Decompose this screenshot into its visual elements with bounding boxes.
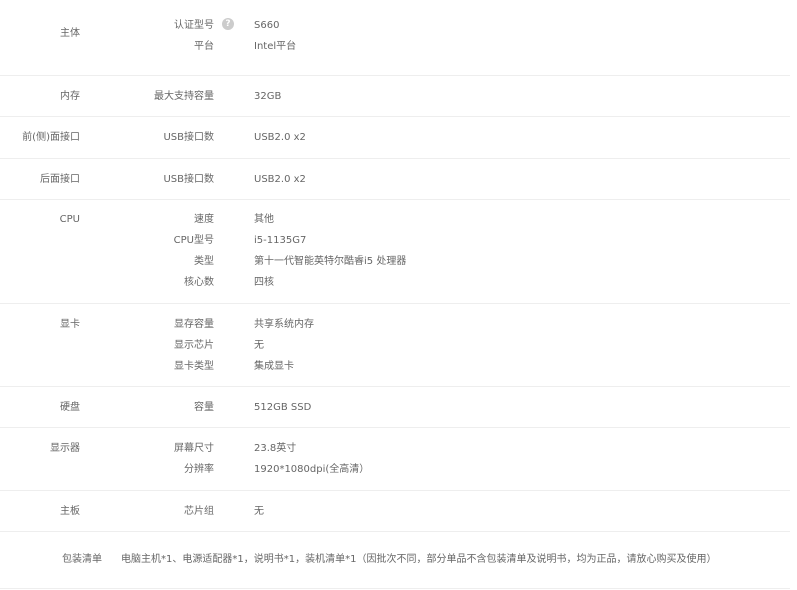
spec-value-max-memory: 32GB bbox=[254, 91, 282, 102]
section-package: 包装清单 电脑主机*1、电源适配器*1，说明书*1，装机清单*1（因批次不同，部… bbox=[0, 532, 790, 589]
spec-value-cpu-speed: 其他 bbox=[254, 214, 274, 225]
package-contents-value: 电脑主机*1、电源适配器*1，说明书*1，装机清单*1（因批次不同，部分单品不含… bbox=[121, 554, 717, 565]
spec-label-max-memory: 最大支持容量 bbox=[154, 91, 214, 102]
spec-table: 主体 认证型号 ? S660 平台 Intel平台 内存 最大支持容量 32GB… bbox=[0, 0, 790, 589]
spec-value-gpu-type: 集成显卡 bbox=[254, 361, 294, 372]
spec-row-cpu-speed: 速度 其他 bbox=[0, 207, 790, 228]
spec-row-rear-usb: USB接口数 USB2.0 x2 bbox=[0, 167, 790, 188]
spec-value-disk-capacity: 512GB SSD bbox=[254, 402, 312, 413]
spec-label-cpu-speed: 速度 bbox=[194, 214, 214, 225]
spec-label-gpu-chip: 显示芯片 bbox=[174, 340, 214, 351]
spec-row-model: 认证型号 ? S660 bbox=[0, 13, 790, 34]
spec-label-cpu-cores: 核心数 bbox=[184, 277, 214, 288]
section-main: 主体 认证型号 ? S660 平台 Intel平台 bbox=[0, 0, 790, 76]
section-board: 主板 芯片组 无 bbox=[0, 491, 790, 532]
spec-label-vram: 显存容量 bbox=[174, 319, 214, 330]
spec-row-max-memory: 最大支持容量 32GB bbox=[0, 84, 790, 105]
spec-row-screen-size: 屏幕尺寸 23.8英寸 bbox=[0, 436, 790, 457]
spec-label-front-usb: USB接口数 bbox=[163, 132, 214, 143]
question-circle-icon[interactable]: ? bbox=[222, 18, 234, 30]
spec-row-cpu-model: CPU型号 i5-1135G7 bbox=[0, 228, 790, 249]
spec-label-rear-usb: USB接口数 bbox=[163, 174, 214, 185]
section-cpu: CPU 速度 其他 CPU型号 i5-1135G7 类型 第十一代智能英特尔酷睿… bbox=[0, 200, 790, 304]
spec-label-chipset: 芯片组 bbox=[184, 506, 214, 517]
section-memory: 内存 最大支持容量 32GB bbox=[0, 76, 790, 117]
spec-label-disk-capacity: 容量 bbox=[194, 402, 214, 413]
spec-value-gpu-chip: 无 bbox=[254, 340, 264, 351]
spec-row-chipset: 芯片组 无 bbox=[0, 499, 790, 520]
spec-row-gpu-chip: 显示芯片 无 bbox=[0, 333, 790, 354]
section-rear-ports: 后面接口 USB接口数 USB2.0 x2 bbox=[0, 159, 790, 200]
spec-value-platform: Intel平台 bbox=[254, 41, 297, 52]
spec-row-vram: 显存容量 共享系统内存 bbox=[0, 312, 790, 333]
section-gpu: 显卡 显存容量 共享系统内存 显示芯片 无 显卡类型 集成显卡 bbox=[0, 304, 790, 387]
spec-label-cpu-model: CPU型号 bbox=[173, 235, 214, 246]
spec-row-front-usb: USB接口数 USB2.0 x2 bbox=[0, 125, 790, 146]
spec-value-vram: 共享系统内存 bbox=[254, 319, 314, 330]
spec-value-resolution: 1920*1080dpi(全高清） bbox=[254, 464, 370, 475]
spec-row-platform: 平台 Intel平台 bbox=[0, 34, 790, 55]
spec-row-gpu-type: 显卡类型 集成显卡 bbox=[0, 354, 790, 375]
spec-value-chipset: 无 bbox=[254, 506, 264, 517]
spec-row-cpu-cores: 核心数 四核 bbox=[0, 270, 790, 291]
spec-value-cpu-type: 第十一代智能英特尔酷睿i5 处理器 bbox=[254, 256, 407, 267]
spec-label-gpu-type: 显卡类型 bbox=[174, 361, 214, 372]
section-display: 显示器 屏幕尺寸 23.8英寸 分辨率 1920*1080dpi(全高清） bbox=[0, 428, 790, 491]
spec-value-cpu-cores: 四核 bbox=[254, 277, 274, 288]
spec-value-rear-usb: USB2.0 x2 bbox=[254, 174, 306, 185]
spec-label-screen-size: 屏幕尺寸 bbox=[174, 443, 214, 454]
section-front-ports: 前(侧)面接口 USB接口数 USB2.0 x2 bbox=[0, 117, 790, 159]
spec-row-disk-capacity: 容量 512GB SSD bbox=[0, 395, 790, 416]
spec-label-cpu-type: 类型 bbox=[194, 256, 214, 267]
spec-label-resolution: 分辨率 bbox=[184, 464, 214, 475]
spec-label-platform: 平台 bbox=[194, 41, 214, 52]
spec-value-model: S660 bbox=[254, 20, 280, 31]
spec-row-cpu-type: 类型 第十一代智能英特尔酷睿i5 处理器 bbox=[0, 249, 790, 270]
spec-row-resolution: 分辨率 1920*1080dpi(全高清） bbox=[0, 457, 790, 478]
section-title-package: 包装清单 bbox=[62, 554, 102, 565]
spec-value-front-usb: USB2.0 x2 bbox=[254, 132, 306, 143]
section-disk: 硬盘 容量 512GB SSD bbox=[0, 387, 790, 428]
spec-value-cpu-model: i5-1135G7 bbox=[254, 235, 307, 246]
spec-label-model: 认证型号 bbox=[174, 20, 214, 31]
spec-value-screen-size: 23.8英寸 bbox=[254, 443, 297, 454]
